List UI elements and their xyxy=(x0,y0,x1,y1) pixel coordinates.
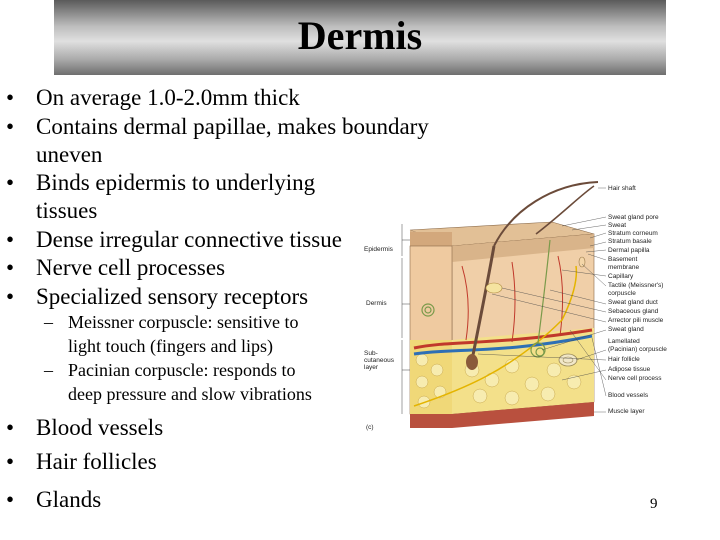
page-number: 9 xyxy=(650,496,658,512)
label-dermal-papilla: Dermal papilla xyxy=(608,247,650,254)
label-nerve-cell-process: Nerve cell process xyxy=(608,375,662,382)
label-hair-shaft: Hair shaft xyxy=(608,185,636,192)
pacinian-corpuscle xyxy=(558,353,578,367)
hair-bulb xyxy=(466,354,478,370)
label-arrector-pili: Arrector pili muscle xyxy=(608,317,664,324)
label-hair-follicle: Hair follicle xyxy=(608,356,640,363)
title-bar: Dermis xyxy=(54,0,666,75)
label-membrane: membrane xyxy=(608,264,640,271)
label-dermis: Dermis xyxy=(366,300,387,307)
label-sweat-gland-duct: Sweat gland duct xyxy=(608,299,658,306)
label-pacinian-corpuscle: (Pacinian) corpuscle xyxy=(608,346,667,353)
sub-bullet-dash: – xyxy=(44,312,53,332)
bullet-dot: • xyxy=(6,85,15,110)
label-epidermis: Epidermis xyxy=(364,246,393,253)
label-lamellated: Lamellated xyxy=(608,338,640,345)
bullet-dot: • xyxy=(6,114,15,139)
bullet-text: Binds epidermis to underlying xyxy=(36,170,316,195)
label-sweat-gland: Sweat gland xyxy=(608,326,644,333)
label-subcutaneous-3: layer xyxy=(364,364,379,371)
bullet-text: tissues xyxy=(36,198,98,223)
bullet-dot: • xyxy=(6,227,15,252)
left-label-leaders xyxy=(401,224,410,414)
label-figure-c: (c) xyxy=(366,424,374,431)
slide-title: Dermis xyxy=(297,13,423,58)
label-stratum-corneum: Stratum corneum xyxy=(608,230,658,237)
label-stratum-basale: Stratum basale xyxy=(608,238,652,245)
label-muscle-layer: Muscle layer xyxy=(608,408,645,415)
sub-bullet-text: deep pressure and slow vibrations xyxy=(68,384,312,404)
label-adipose-tissue: Adipose tissue xyxy=(608,366,651,373)
label-corpuscle: corpuscle xyxy=(608,290,636,297)
sebaceous-gland xyxy=(485,282,503,294)
bullet-text: Nerve cell processes xyxy=(36,255,226,280)
sub-bullet-dash: – xyxy=(44,360,53,380)
bullet-text: Blood vessels xyxy=(36,415,164,440)
sub-bullet-text: Pacinian corpuscle: responds to xyxy=(68,360,296,380)
sub-bullet-text: Meissner corpuscle: sensitive to xyxy=(68,312,299,332)
label-sebaceous-gland: Sebaceous gland xyxy=(608,308,659,315)
bullet-text: Hair follicles xyxy=(36,449,157,474)
bullet-dot: • xyxy=(6,415,15,440)
bullet-text: uneven xyxy=(36,142,103,167)
bullet-dot: • xyxy=(6,284,15,309)
label-subcutaneous-2: cutaneous xyxy=(364,357,394,364)
label-sweat-gland-pore: Sweat gland pore xyxy=(608,214,659,221)
bullet-text: On average 1.0-2.0mm thick xyxy=(36,85,300,110)
label-subcutaneous-1: Sub- xyxy=(364,350,378,357)
label-sweat: Sweat xyxy=(608,222,627,229)
bullet-dot: • xyxy=(6,487,15,512)
bullet-text: Glands xyxy=(36,487,102,512)
skin-cross-section-figure: Epidermis Dermis Sub- cutaneous layer (c… xyxy=(362,170,692,440)
bullet-dot: • xyxy=(6,170,15,195)
sub-bullet-text: light touch (fingers and lips) xyxy=(68,336,273,356)
label-basement: Basement xyxy=(608,256,638,263)
meissner-corpuscle xyxy=(578,256,586,268)
label-capillary: Capillary xyxy=(608,273,634,280)
bullet-text: Contains dermal papillae, makes boundary xyxy=(36,114,429,139)
label-tactile: Tactile (Meissner's) xyxy=(608,282,664,289)
bullet-text: Specialized sensory receptors xyxy=(36,284,309,309)
label-blood-vessels: Blood vessels xyxy=(608,392,649,399)
bullet-text: Dense irregular connective tissue xyxy=(36,227,342,252)
bullet-dot: • xyxy=(6,449,15,474)
bullet-dot: • xyxy=(6,255,15,280)
epidermis-front xyxy=(410,232,452,246)
